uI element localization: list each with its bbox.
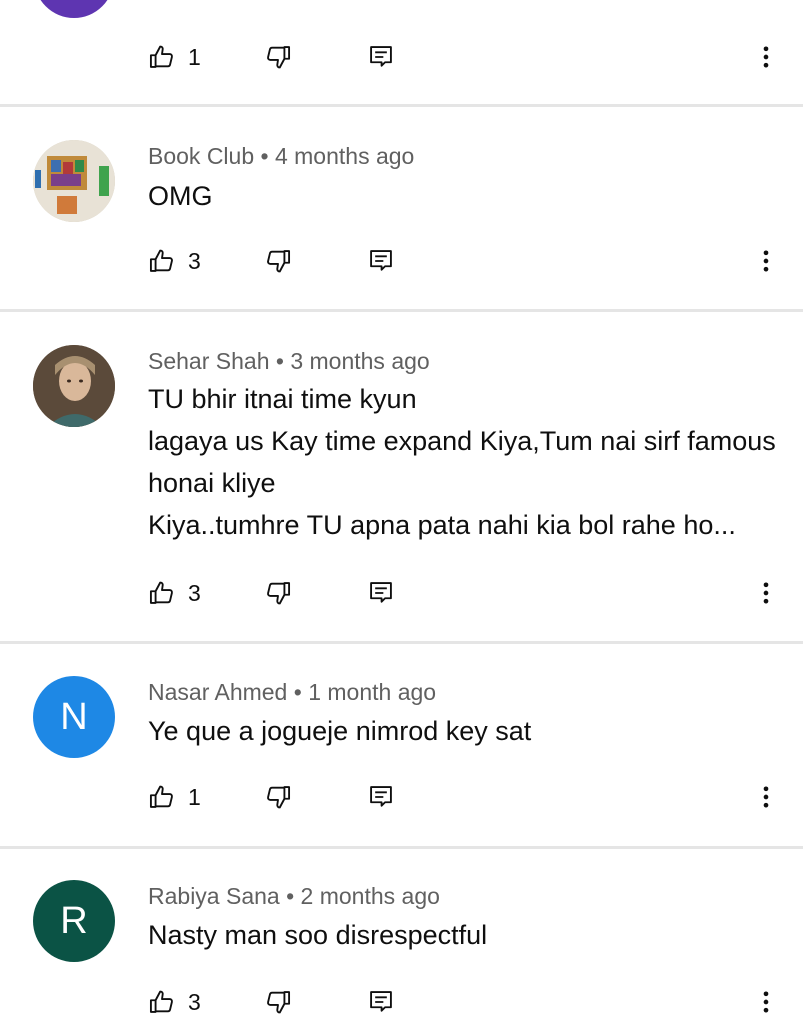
comment-reply-icon — [370, 46, 392, 67]
like-button[interactable]: 3 — [148, 573, 201, 613]
like-count: 3 — [188, 988, 201, 1015]
thumb-up-icon — [149, 249, 173, 272]
like-button[interactable]: 1 — [148, 777, 201, 817]
more-vert-icon — [763, 991, 769, 1013]
comment-time: 4 months ago — [274, 143, 415, 169]
reply-button[interactable] — [367, 573, 395, 613]
comment-meta: Nasar Ahmed • 1 month ago — [148, 679, 436, 706]
avatar[interactable]: R — [33, 880, 115, 962]
comment-partial: 1 — [0, 0, 803, 106]
comment-time: 3 months ago — [290, 348, 430, 374]
comment-time: 1 month ago — [308, 679, 437, 705]
dislike-button[interactable] — [264, 777, 292, 817]
avatar[interactable] — [33, 345, 115, 427]
more-options-button[interactable] — [752, 777, 780, 817]
comment-item: R Rabiya Sana • 2 months ago Nasty man s… — [0, 848, 803, 1024]
meta-separator: • — [254, 143, 275, 169]
comment-actions: 3 — [0, 982, 803, 1022]
book-club-avatar-image — [33, 140, 115, 222]
comment-actions: 1 — [0, 37, 803, 77]
comment-text: TU bhir itnai time kyun lagaya us Kay ti… — [148, 384, 776, 540]
more-vert-icon — [763, 786, 769, 808]
comment-meta: Rabiya Sana • 2 months ago — [148, 883, 440, 910]
reply-button[interactable] — [367, 37, 395, 77]
comment-actions: 3 — [0, 573, 803, 613]
thumb-up-icon — [149, 785, 173, 808]
thumb-down-icon — [267, 250, 291, 273]
comment-reply-icon — [370, 250, 392, 271]
thumb-down-icon — [267, 46, 291, 69]
like-count: 3 — [188, 579, 201, 606]
thumb-down-icon — [267, 582, 291, 605]
dislike-button[interactable] — [264, 37, 292, 77]
comments-screen: 1 Book Club • 4 months ago OMG 3 Sehar S… — [0, 0, 803, 1024]
dislike-button[interactable] — [264, 573, 292, 613]
comment-actions: 1 — [0, 777, 803, 817]
meta-separator: • — [287, 679, 309, 705]
thumb-up-icon — [149, 45, 173, 68]
comment-text: OMG — [148, 181, 213, 211]
like-count: 3 — [188, 247, 201, 274]
author-name[interactable]: Nasar Ahmed — [148, 679, 287, 705]
thumb-up-icon — [149, 990, 173, 1013]
avatar[interactable] — [33, 140, 115, 222]
more-vert-icon — [763, 250, 769, 272]
comment-item: Sehar Shah • 3 months ago TU bhir itnai … — [0, 311, 803, 641]
avatar[interactable] — [34, 0, 114, 18]
meta-separator: • — [279, 883, 301, 909]
more-options-button[interactable] — [752, 982, 780, 1022]
like-count: 1 — [188, 783, 201, 810]
reply-button[interactable] — [367, 982, 395, 1022]
like-count: 1 — [188, 43, 201, 70]
comment-time: 2 months ago — [300, 883, 440, 909]
thumb-up-icon — [149, 581, 173, 604]
reply-button[interactable] — [367, 241, 395, 281]
author-name[interactable]: Rabiya Sana — [148, 883, 280, 909]
meta-separator: • — [269, 348, 291, 374]
like-button[interactable]: 3 — [148, 241, 201, 281]
like-button[interactable]: 1 — [148, 37, 201, 77]
dislike-button[interactable] — [264, 241, 292, 281]
more-vert-icon — [763, 46, 769, 68]
comment-meta: Sehar Shah • 3 months ago — [148, 348, 430, 375]
comment-text: Ye que a jogueje nimrod key sat — [148, 716, 532, 746]
comment-actions: 3 — [0, 241, 803, 281]
comment-text: Nasty man soo disrespectful — [148, 920, 488, 950]
comment-reply-icon — [370, 991, 392, 1012]
sehar-shah-avatar-image — [33, 345, 115, 427]
more-options-button[interactable] — [752, 241, 780, 281]
reply-button[interactable] — [367, 777, 395, 817]
comment-reply-icon — [370, 582, 392, 603]
comment-item: Book Club • 4 months ago OMG 3 — [0, 106, 803, 309]
author-name[interactable]: Sehar Shah — [148, 348, 269, 374]
more-options-button[interactable] — [752, 573, 780, 613]
comment-reply-icon — [370, 786, 392, 807]
dislike-button[interactable] — [264, 982, 292, 1022]
more-options-button[interactable] — [752, 37, 780, 77]
comment-meta: Book Club • 4 months ago — [148, 143, 414, 170]
author-name[interactable]: Book Club — [148, 143, 254, 169]
thumb-down-icon — [267, 786, 291, 809]
like-button[interactable]: 3 — [148, 982, 201, 1022]
more-vert-icon — [763, 582, 769, 604]
comment-item: N Nasar Ahmed • 1 month ago Ye que a jog… — [0, 643, 803, 846]
thumb-down-icon — [267, 991, 291, 1014]
avatar[interactable]: N — [33, 676, 115, 758]
